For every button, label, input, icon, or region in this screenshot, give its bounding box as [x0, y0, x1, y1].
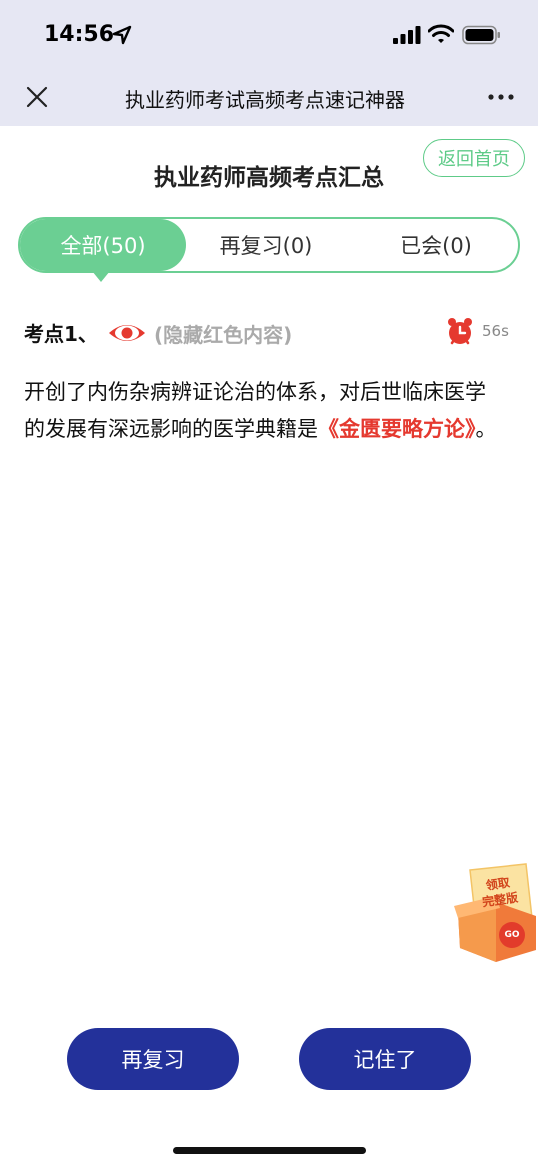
- remembered-button[interactable]: 记住了: [299, 1028, 471, 1090]
- home-button[interactable]: 返回首页: [423, 139, 525, 177]
- eye-icon[interactable]: [108, 320, 146, 346]
- filter-tabs: 全部(50) 再复习(0) 已会(0): [18, 217, 520, 273]
- alarm-clock-icon: [448, 318, 472, 345]
- tab-all[interactable]: 全部(50): [20, 219, 186, 271]
- point-number-label: 考点1、: [24, 322, 98, 346]
- review-again-button[interactable]: 再复习: [67, 1028, 239, 1090]
- status-time: 14:56: [44, 22, 115, 47]
- battery-icon: [462, 25, 500, 45]
- promo-line1: 领取: [485, 875, 511, 893]
- question-end: 。: [475, 417, 497, 441]
- location-arrow-icon: [112, 25, 132, 45]
- point-header: 考点1、 (隐藏红色内容) 56s: [24, 318, 514, 348]
- wifi-icon: [428, 24, 454, 43]
- close-icon[interactable]: [24, 84, 50, 110]
- active-tab-pointer: [92, 271, 110, 282]
- answer-highlight: 《金匮要略方论》: [318, 417, 476, 441]
- tab-mastered[interactable]: 已会(0): [366, 219, 506, 271]
- promo-go-badge[interactable]: GO: [499, 924, 525, 946]
- nav-bar: 执业药师考试高频考点速记神器: [0, 70, 538, 126]
- status-bar: 14:56: [0, 0, 538, 70]
- question-text: 开创了内伤杂病辨证论治的体系，对后世临床医学的发展有深远影响的医学典籍是《金匮要…: [24, 374, 504, 448]
- hide-red-content-toggle[interactable]: (隐藏红色内容): [154, 319, 292, 348]
- nav-title: 执业药师考试高频考点速记神器: [125, 88, 405, 112]
- home-indicator: [173, 1147, 366, 1154]
- timer-text: 56s: [482, 322, 509, 340]
- cellular-signal-icon: [393, 26, 421, 44]
- more-options-icon[interactable]: [486, 84, 516, 110]
- tab-review-again[interactable]: 再复习(0): [196, 219, 336, 271]
